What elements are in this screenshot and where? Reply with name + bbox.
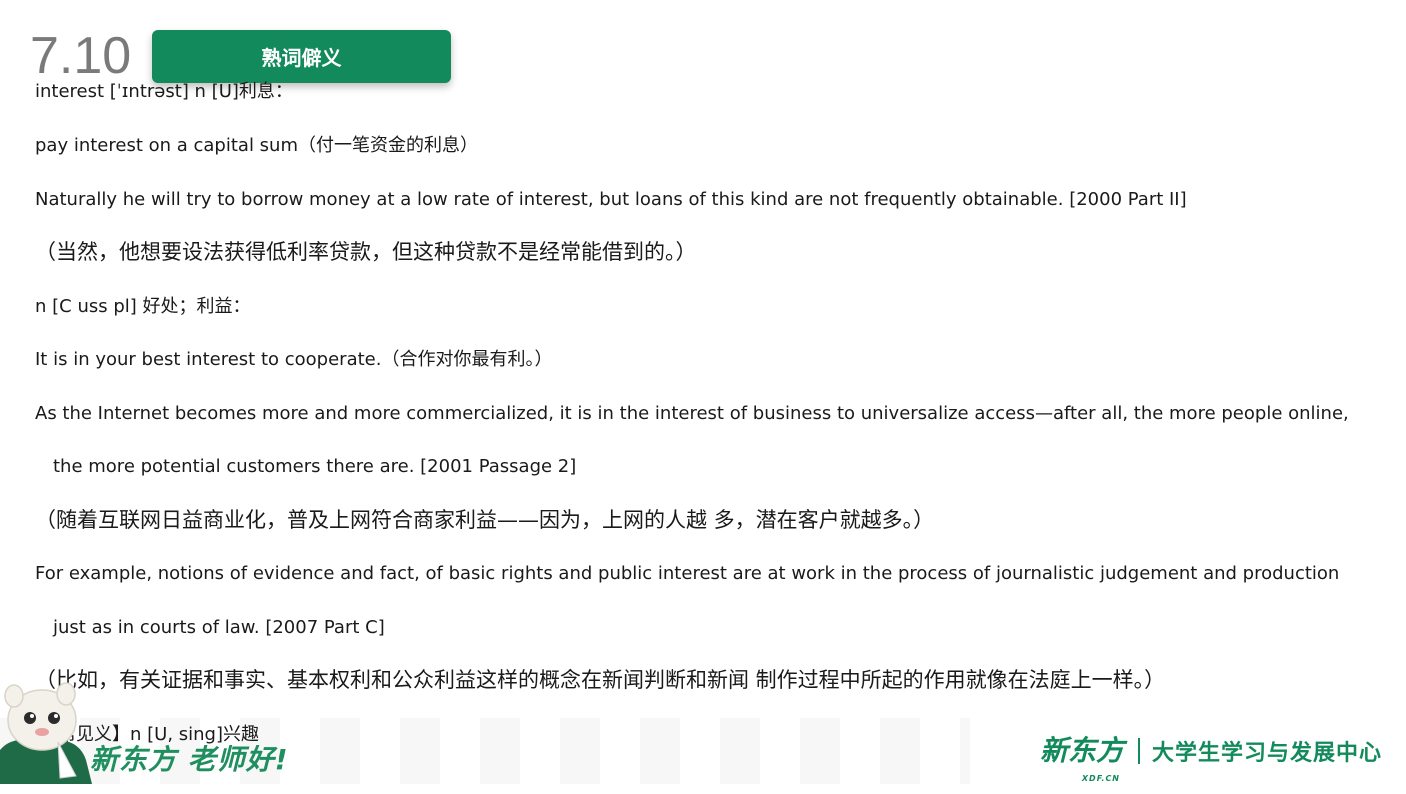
mascot-icon [0, 682, 92, 784]
content-line-10: For example, notions of evidence and fac… [35, 563, 1340, 584]
logo-sub-text: XDF.CN [1081, 774, 1121, 783]
footer-logo: 新东方 XDF.CN 大学生学习与发展中心 [1040, 734, 1383, 784]
content-line-3: Naturally he will try to borrow money at… [35, 189, 1187, 210]
content-line-7: As the Internet becomes more and more co… [35, 403, 1349, 424]
content-line-11: just as in courts of law. [2007 Part C] [53, 617, 385, 638]
content-line-2: pay interest on a capital sum（付一笔资金的利息） [35, 135, 478, 156]
logo-text: 大学生学习与发展中心 [1152, 741, 1383, 766]
content-line-8: the more potential customers there are. … [53, 456, 577, 477]
section-title-badge: 熟词僻义 [152, 30, 451, 83]
content-line-4: （当然，他想要设法获得低利率贷款，但这种贷款不是经常能借到的。） [35, 240, 697, 264]
content-line-1: interest [ˈɪntrəst] n [U]利息： [35, 81, 293, 102]
logo-divider [1138, 738, 1141, 764]
logo-mark: 新东方 XDF.CN [1040, 734, 1125, 784]
content-line-12: （比如，有关证据和事实、基本权利和公众利益这样的概念在新闻判断和新闻 制作过程中… [35, 668, 1166, 692]
footer-greeting: 新东方 老师好! [90, 743, 289, 776]
content-line-6: It is in your best interest to cooperate… [35, 349, 553, 370]
logo-mark-text: 新东方 [1040, 734, 1125, 767]
content-line-5: n [C uss pl] 好处；利益： [35, 296, 251, 317]
content-line-9: （随着互联网日益商业化，普及上网符合商家利益——因为，上网的人越 多，潜在客户就… [35, 508, 935, 532]
date-label: 7.10 [30, 27, 132, 85]
